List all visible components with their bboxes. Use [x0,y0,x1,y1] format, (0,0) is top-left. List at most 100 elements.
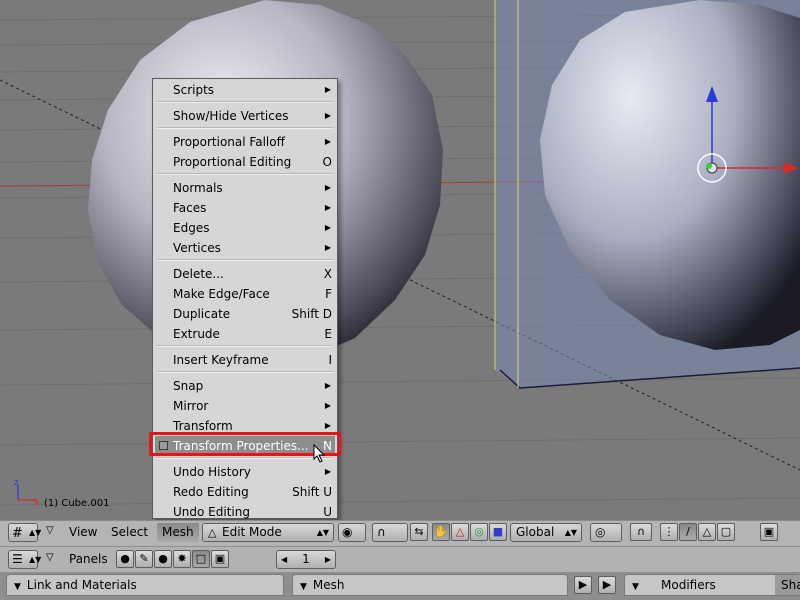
object-icon[interactable]: ✸ [173,550,191,568]
menu-item-label: Redo Editing [173,485,249,499]
hand-icon[interactable]: ✋ [432,523,450,541]
menu-mesh[interactable]: Mesh [157,523,199,542]
menu-item-undo-history[interactable]: Undo History ▶ [155,462,335,482]
logic-icon[interactable]: ● [116,550,134,568]
viewport-scene: z x [0,0,800,508]
snap-icon[interactable]: ∩ [630,523,652,541]
collapse-triangle-icon[interactable]: ▼ [632,582,639,592]
menu-separator [157,457,333,459]
panel-modifiers[interactable]: ▼ Modifiers Sha [624,574,800,596]
menu-separator [157,371,333,373]
menu-item-snap[interactable]: Snap ▶ [155,376,335,396]
menu-item-label: Proportional Falloff [173,135,285,149]
menu-separator [157,259,333,261]
render-icon[interactable]: ▣ [760,523,778,541]
buttons-editor-type[interactable]: ☰ ▲▼ [8,550,41,569]
svg-text:z: z [14,478,19,488]
menu-item-faces[interactable]: Faces ▶ [155,198,335,218]
menu-item-edges[interactable]: Edges ▶ [155,218,335,238]
submenu-arrow-icon: ▶ [324,183,331,192]
frame-value: 1 [302,552,310,566]
panels-label: Panels [69,552,108,566]
menu-select[interactable]: Select [111,523,148,542]
scene-icon[interactable]: ▣ [211,550,229,568]
menu-item-show-hide-vertices[interactable]: Show/Hide Vertices ▶ [155,106,335,126]
edge-select-icon[interactable]: / [679,523,697,541]
proportional-select[interactable]: ◎ [590,523,622,542]
submenu-arrow-icon: ▶ [324,223,331,232]
tab-shapes[interactable]: Sha [775,575,800,595]
panel-mesh[interactable]: ▼ Mesh [292,574,568,596]
decrement-icon: ◀ [281,555,288,564]
shading-icon[interactable]: ● [154,550,172,568]
script-icon[interactable]: ✎ [135,550,153,568]
menu-item-label: Edges [173,221,210,235]
submenu-arrow-icon: ▶ [324,243,331,252]
collapse-menus-icon[interactable]: ▽ [46,552,54,563]
editor-type-button[interactable]: # ▲▼ [8,523,41,542]
vertex-select-icon[interactable]: ⋮ [660,523,678,541]
grid-icon: # [12,526,23,541]
menu-item-label: Faces [173,201,207,215]
menu-item-make-edge-face[interactable]: Make Edge/Face F [155,284,335,304]
menu-item-shortcut: O [322,155,332,169]
occlude-icon[interactable]: ▢ [717,523,735,541]
menu-separator [157,173,333,175]
frame-number-field[interactable]: ◀ 1 ▶ [276,550,336,569]
menu-item-label: Insert Keyframe [173,353,269,367]
scale-icon[interactable]: ■ [489,523,507,541]
updown-icon: ▲▼ [564,528,577,537]
rotate-icon[interactable]: ◎ [470,523,488,541]
orientation-select[interactable]: Global ▲▼ [510,523,582,542]
magnet-icon: ∩ [377,525,386,539]
menu-item-scripts[interactable]: Scripts ▶ [155,80,335,100]
pivot-icon: ◉ [342,525,353,539]
mode-select[interactable]: △ Edit Mode ▲▼ [202,523,334,542]
menu-item-proportional-falloff[interactable]: Proportional Falloff ▶ [155,132,335,152]
menu-item-shortcut: U [323,505,332,519]
menu-item-shortcut: X [323,267,332,281]
target-icon: ◎ [595,525,606,539]
collapse-triangle-icon[interactable]: ▼ [300,582,307,592]
menu-item-shortcut: Shift D [291,307,332,321]
menu-item-extrude[interactable]: Extrude E [155,324,335,344]
collapse-triangle-icon[interactable]: ▼ [14,582,21,592]
submenu-arrow-icon: ▶ [324,111,331,120]
active-object-label: (1) Cube.001 [44,498,110,509]
pivot-select[interactable]: ◉ [338,523,366,542]
panel-link-materials[interactable]: ▼ Link and Materials [6,574,284,596]
menu-item-delete[interactable]: Delete... X [155,264,335,284]
list-icon: ☰ [12,552,23,566]
menu-item-normals[interactable]: Normals ▶ [155,178,335,198]
menu-view[interactable]: View [69,523,97,542]
submenu-arrow-icon: ▶ [324,85,331,94]
menu-item-duplicate[interactable]: Duplicate Shift D [155,304,335,324]
menu-item-redo-editing[interactable]: Redo Editing Shift U [155,482,335,502]
menu-item-label: Scripts [173,83,215,97]
collapse-menus-icon[interactable]: ▽ [46,525,54,536]
submenu-arrow-icon: ▶ [324,203,331,212]
menu-item-label: Undo Editing [173,505,250,519]
tab-modifiers[interactable]: Modifiers [661,575,757,595]
draw-type-select[interactable]: ∩ [372,523,408,542]
submenu-arrow-icon: ▶ [324,467,331,476]
panel-mesh-title: Mesh [312,578,345,592]
3d-viewport[interactable]: z x (1) Cube.001 [0,0,800,520]
face-select-icon[interactable]: △ [698,523,716,541]
submenu-arrow-icon: ▶ [324,137,331,146]
menu-item-vertices[interactable]: Vertices ▶ [155,238,335,258]
translate-icon[interactable]: △ [451,523,469,541]
buttons-header: ☰ ▲▼ ▽ Panels ● ✎ ● ✸ □ ▣ ◀ 1 ▶ [0,546,800,573]
menu-item-undo-editing[interactable]: Undo Editing U [155,502,335,522]
widget-toggle-icon[interactable]: ⇆ [410,523,428,541]
menu-item-proportional-editing[interactable]: Proportional Editing O [155,152,335,172]
menu-item-shortcut: F [325,287,332,301]
menu-item-mirror[interactable]: Mirror ▶ [155,396,335,416]
play-icon[interactable]: ▶ [574,576,592,594]
menu-item-insert-keyframe[interactable]: Insert Keyframe I [155,350,335,370]
play-icon[interactable]: ▶ [598,576,616,594]
menu-item-label: Proportional Editing [173,155,292,169]
submenu-arrow-icon: ▶ [324,381,331,390]
menu-item-label: Snap [173,379,204,393]
editing-icon[interactable]: □ [192,550,210,568]
